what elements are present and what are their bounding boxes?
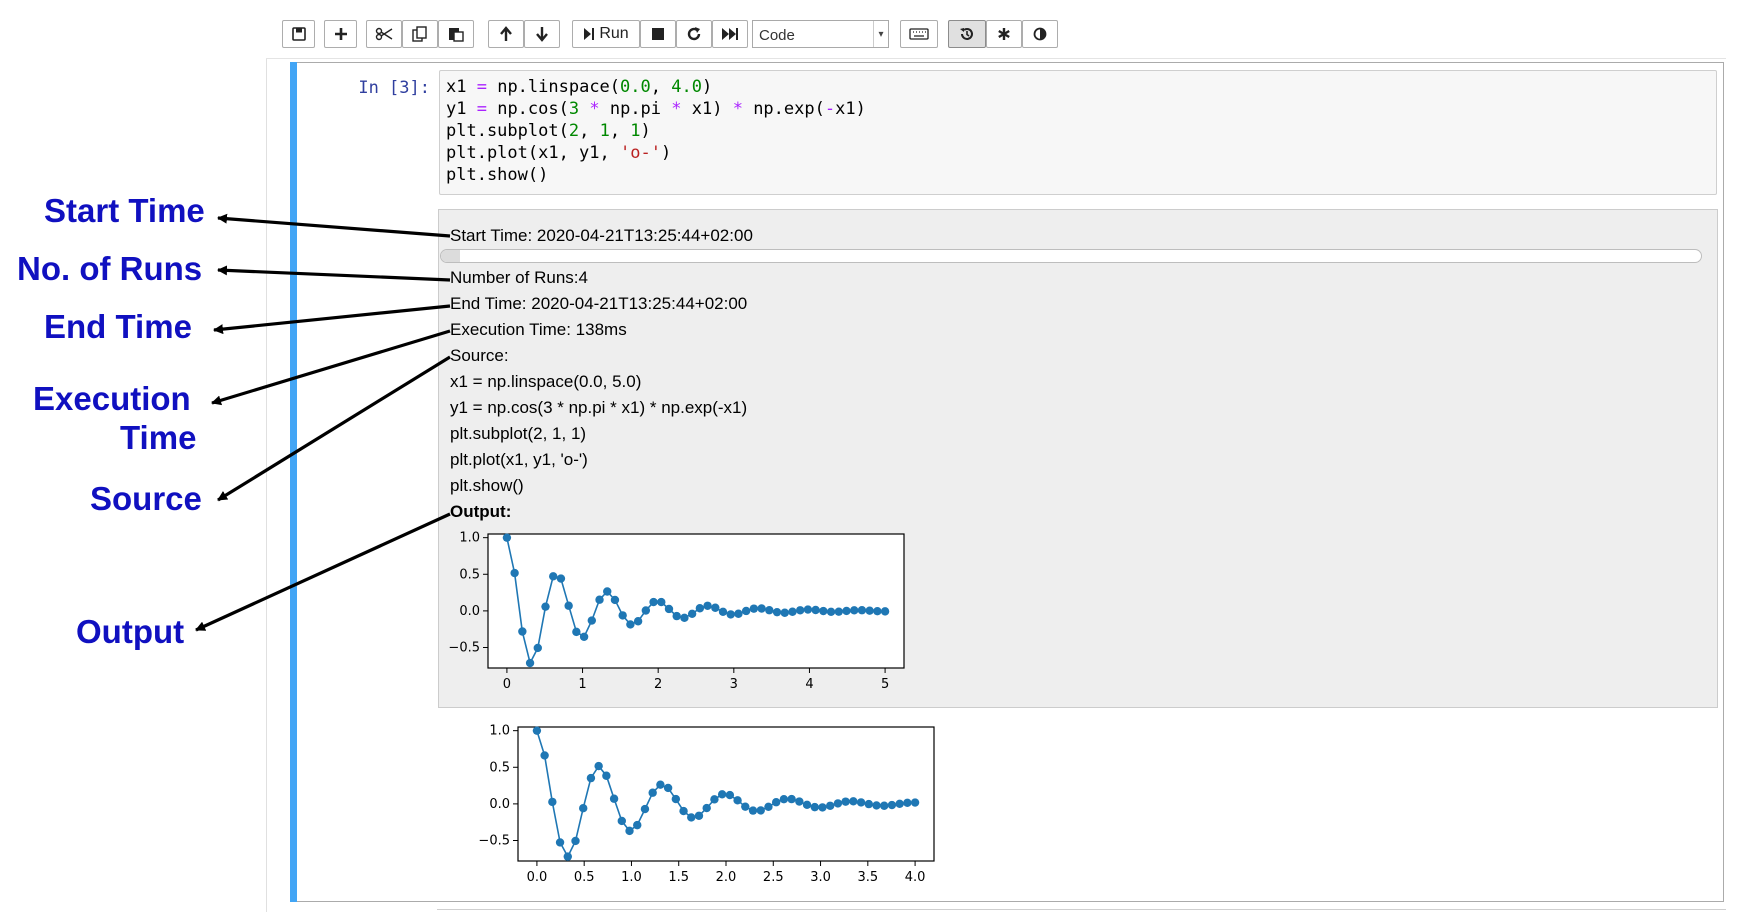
- arrow-start-time: [217, 213, 451, 238]
- arrow-source: [217, 355, 451, 502]
- annotation-arrows: [195, 213, 451, 632]
- arrow-num-runs: [217, 265, 451, 282]
- arrow-output: [195, 512, 451, 632]
- arrow-execution-time: [211, 329, 451, 406]
- arrow-end-time: [213, 304, 451, 335]
